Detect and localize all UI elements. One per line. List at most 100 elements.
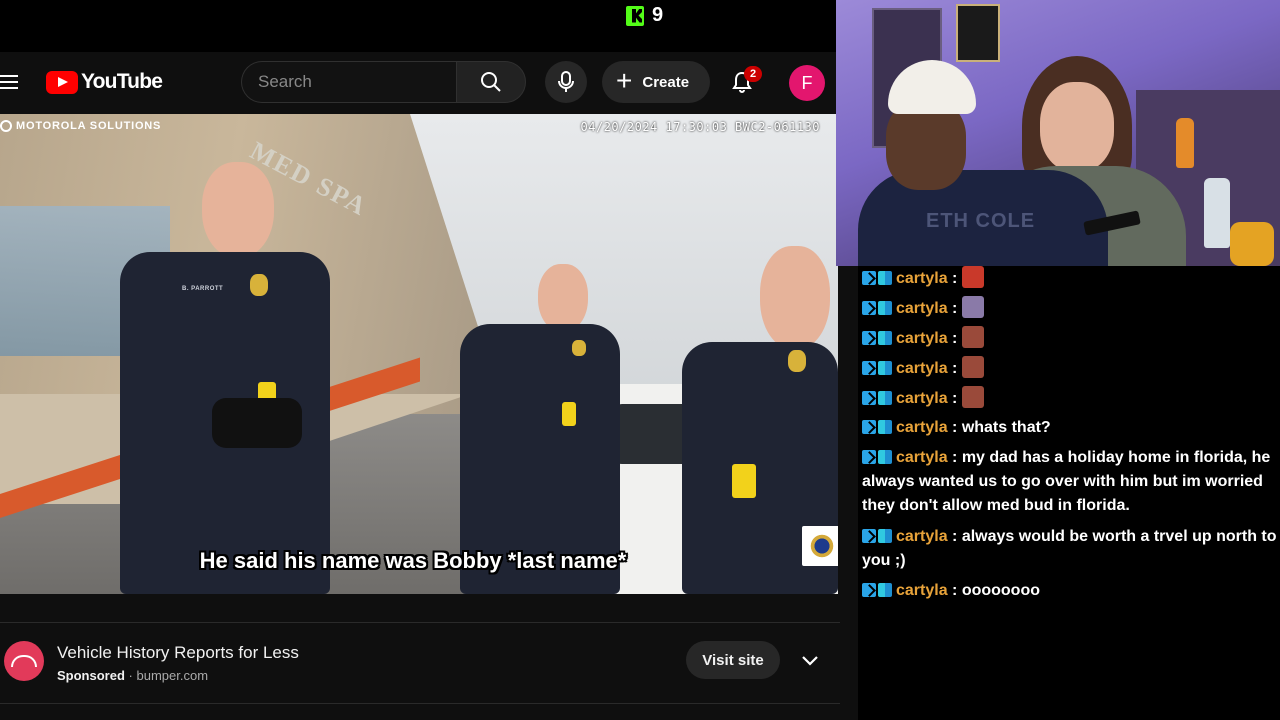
hamburger-menu-icon[interactable] <box>0 73 18 91</box>
subscriber-badge-icon <box>862 450 876 464</box>
video-player[interactable]: MED SPA B. PARROTT MOTOROLA SOLUTIONS 04… <box>0 114 838 594</box>
supporter-badge-icon <box>878 450 892 464</box>
ad-meta: Sponsored · bumper.com <box>57 668 208 683</box>
sponsored-ad-card[interactable]: Vehicle History Reports for Less Sponsor… <box>0 622 840 704</box>
chat-badges <box>862 271 892 285</box>
chat-badges <box>862 529 892 543</box>
shirt-text: ETH COLE <box>926 210 1036 232</box>
chat-username[interactable]: cartyla <box>896 390 948 407</box>
supporter-badge-icon <box>878 420 892 434</box>
chat-separator: : <box>947 330 962 347</box>
search-input[interactable]: Search <box>241 61 456 103</box>
officer-middle <box>460 264 620 594</box>
chat-message: cartyla : <box>862 296 1280 321</box>
wall-picture-frame <box>956 4 1000 62</box>
ad-expand-button[interactable] <box>796 647 824 675</box>
microphone-icon <box>558 71 574 92</box>
ad-title[interactable]: Vehicle History Reports for Less <box>57 643 299 663</box>
motorola-logo-icon <box>0 120 12 132</box>
sponsored-label: Sponsored <box>57 668 125 683</box>
chat-separator: : <box>947 300 962 317</box>
chat-badges <box>862 391 892 405</box>
chat-username[interactable]: cartyla <box>896 528 948 545</box>
bwc-brand: MOTOROLA SOLUTIONS <box>0 120 161 132</box>
officer-left: B. PARROTT <box>120 162 330 594</box>
chat-separator: : <box>947 360 962 377</box>
ad-separator: · <box>128 668 133 683</box>
chat-badges <box>862 361 892 375</box>
officer-nametag: B. PARROTT <box>182 286 224 292</box>
ad-domain: bumper.com <box>136 668 209 683</box>
search-placeholder: Search <box>258 72 312 91</box>
supporter-badge-icon <box>878 529 892 543</box>
chat-panel: cartyla : cartyla : cartyla : cartyla : … <box>858 266 1280 720</box>
face-emote-icon <box>961 296 984 318</box>
create-button[interactable]: + Create <box>602 61 710 103</box>
notifications-button[interactable]: 2 <box>724 64 762 100</box>
chat-badges <box>862 420 892 434</box>
subscriber-badge-icon <box>862 529 876 543</box>
chat-username[interactable]: cartyla <box>896 360 948 377</box>
kick-logo-icon <box>626 5 644 26</box>
chat-separator: : <box>947 449 962 466</box>
subscriber-badge-icon <box>862 301 876 315</box>
chat-username[interactable]: cartyla <box>896 300 948 317</box>
youtube-header: YouTube Search + Create 2 F <box>0 52 858 114</box>
search-icon <box>481 72 501 92</box>
chat-text: whats that? <box>961 419 1051 436</box>
subscriber-badge-icon <box>862 331 876 345</box>
chat-separator: : <box>947 419 962 436</box>
chevron-down-icon <box>802 656 818 666</box>
chat-message: cartyla : whats that? <box>862 416 1280 440</box>
chat-username[interactable]: cartyla <box>896 419 948 436</box>
channel-watermark-icon[interactable] <box>802 526 838 566</box>
subscriber-badge-icon <box>862 583 876 597</box>
create-label: Create <box>642 73 690 91</box>
search-button[interactable] <box>456 61 526 103</box>
brown-emote-icon <box>961 356 984 378</box>
subscriber-badge-icon <box>862 361 876 375</box>
streamer-webcam: ETH COLE <box>836 0 1280 266</box>
supporter-badge-icon <box>878 331 892 345</box>
chat-username[interactable]: cartyla <box>896 330 948 347</box>
subscriber-badge-icon <box>862 271 876 285</box>
supporter-badge-icon <box>878 301 892 315</box>
chat-message: cartyla : oooooooo <box>862 579 1280 603</box>
bwc-timestamp: 04/20/2024 17:30:03 BWC2-061130 <box>580 120 820 134</box>
supporter-badge-icon <box>878 361 892 375</box>
chat-text: oooooooo <box>961 582 1040 599</box>
chat-username[interactable]: cartyla <box>896 582 948 599</box>
streamer-person-left: ETH COLE <box>858 60 1108 266</box>
chat-message: cartyla : <box>862 326 1280 351</box>
supporter-badge-icon <box>878 583 892 597</box>
chat-message: cartyla : my dad has a holiday home in f… <box>862 446 1280 518</box>
chat-separator: : <box>947 528 962 545</box>
visit-site-button[interactable]: Visit site <box>686 641 780 679</box>
chat-badges <box>862 331 892 345</box>
top-strip <box>0 0 858 52</box>
chat-message: cartyla : <box>862 266 1280 291</box>
subscriber-badge-icon <box>862 420 876 434</box>
chat-separator: : <box>947 270 962 287</box>
chat-message: cartyla : <box>862 356 1280 381</box>
viewer-count: 9 <box>652 4 664 26</box>
chat-message: cartyla : always would be worth a trvel … <box>862 525 1280 573</box>
kick-viewer-counter: 9 <box>626 4 663 27</box>
chat-badges <box>862 583 892 597</box>
youtube-window: YouTube Search + Create 2 F MED SPA B. P… <box>0 52 858 720</box>
brown-emote-icon <box>961 386 984 408</box>
chat-separator: : <box>947 582 962 599</box>
chat-badges <box>862 301 892 315</box>
chat-username[interactable]: cartyla <box>896 449 948 466</box>
supporter-badge-icon <box>878 391 892 405</box>
youtube-logo[interactable]: YouTube <box>46 70 163 94</box>
youtube-play-icon <box>46 70 78 94</box>
chat-badges <box>862 450 892 464</box>
subscriber-badge-icon <box>862 391 876 405</box>
chat-username[interactable]: cartyla <box>896 270 948 287</box>
account-avatar[interactable]: F <box>789 65 825 101</box>
chat-separator: : <box>947 390 962 407</box>
voice-search-button[interactable] <box>545 61 587 103</box>
advertiser-logo-icon[interactable] <box>4 641 44 681</box>
video-caption: He said his name was Bobby *last name* <box>199 548 627 573</box>
